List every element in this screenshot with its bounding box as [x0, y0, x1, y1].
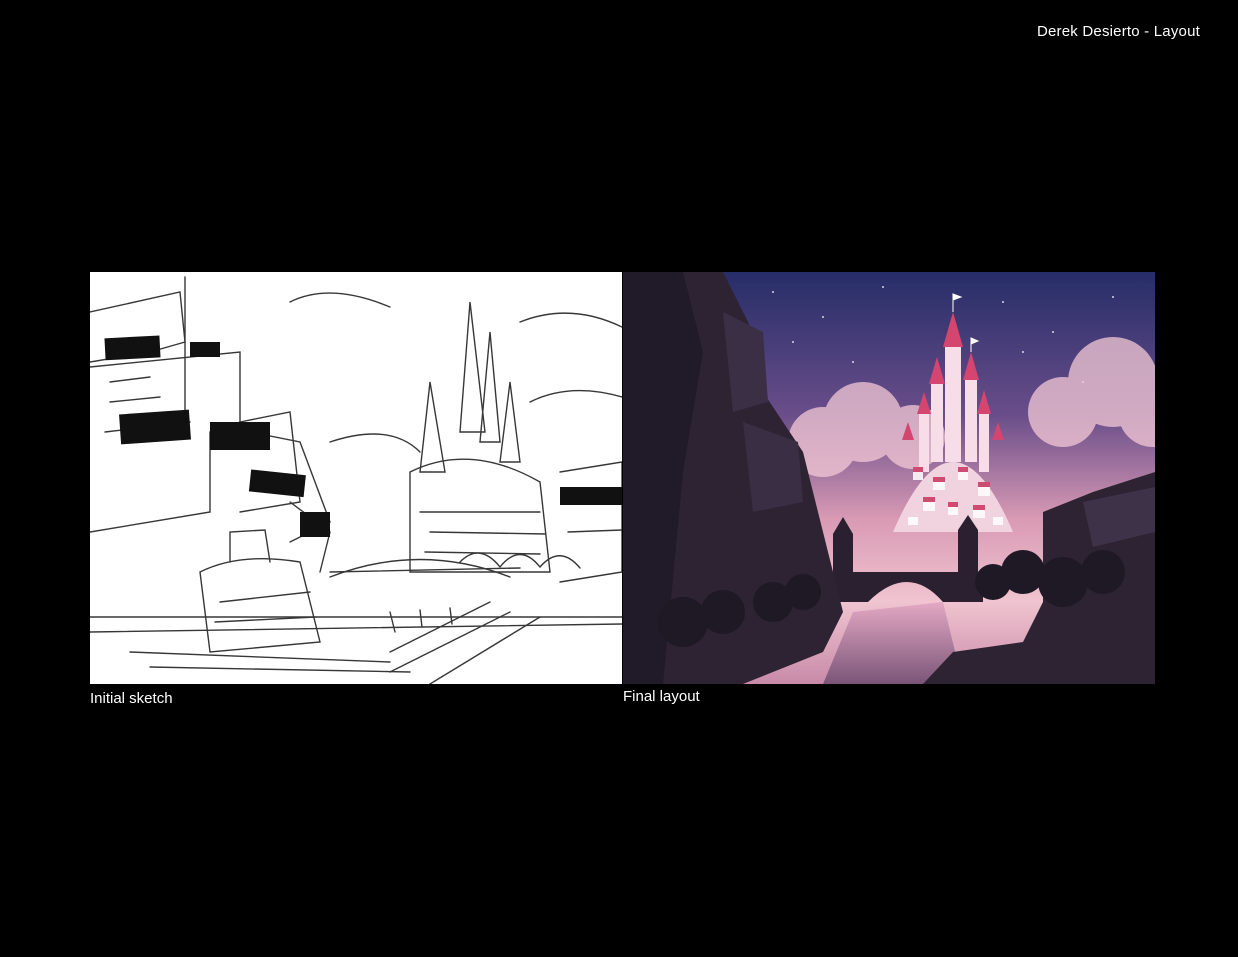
final-layout-panel — [623, 272, 1155, 684]
sketch-panel — [90, 272, 622, 684]
sketch-image — [90, 272, 622, 684]
final-layout-image — [623, 272, 1155, 684]
header-credit: Derek Desierto - Layout — [1036, 23, 1200, 40]
final-layout-caption: Final layout — [623, 688, 700, 705]
sketch-caption: Initial sketch — [90, 690, 173, 707]
